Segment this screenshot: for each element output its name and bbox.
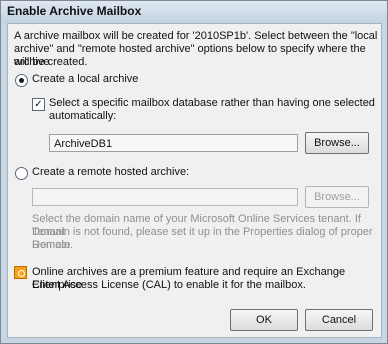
remote-help-line-3: Domain.: [32, 239, 73, 251]
remote-archive-radio[interactable]: [15, 167, 28, 180]
intro-text-line-1: A archive mailbox will be created for '2…: [14, 30, 378, 42]
local-archive-radio[interactable]: [15, 74, 28, 87]
intro-text-line-3: will be created.: [14, 56, 88, 68]
browse-database-button[interactable]: Browse...: [305, 132, 369, 154]
ok-button[interactable]: OK: [230, 309, 298, 331]
warning-icon: [14, 266, 27, 279]
premium-notice-line-2: Client Access License (CAL) to enable it…: [32, 279, 306, 291]
specific-database-checkbox[interactable]: ✓: [32, 98, 45, 111]
remote-help-line-2: Domain is not found, please set it up in…: [32, 226, 373, 251]
local-archive-label[interactable]: Create a local archive: [32, 73, 138, 86]
browse-remote-button[interactable]: Browse...: [305, 186, 369, 208]
window-title: Enable Archive Mailbox: [7, 4, 142, 18]
cancel-button[interactable]: Cancel: [305, 309, 373, 331]
specific-database-label-line-1[interactable]: Select a specific mailbox database rathe…: [49, 97, 375, 110]
radio-selected-dot: [19, 78, 24, 83]
dialog-window: Enable Archive Mailbox A archive mailbox…: [0, 0, 388, 344]
dialog-body: A archive mailbox will be created for '2…: [7, 23, 382, 338]
mailbox-database-field[interactable]: ArchiveDB1: [49, 134, 298, 152]
remote-domain-field[interactable]: [32, 188, 298, 206]
remote-archive-label[interactable]: Create a remote hosted archive:: [32, 166, 189, 179]
specific-database-label-line-2[interactable]: automatically:: [49, 110, 116, 123]
title-bar[interactable]: Enable Archive Mailbox: [1, 1, 387, 23]
